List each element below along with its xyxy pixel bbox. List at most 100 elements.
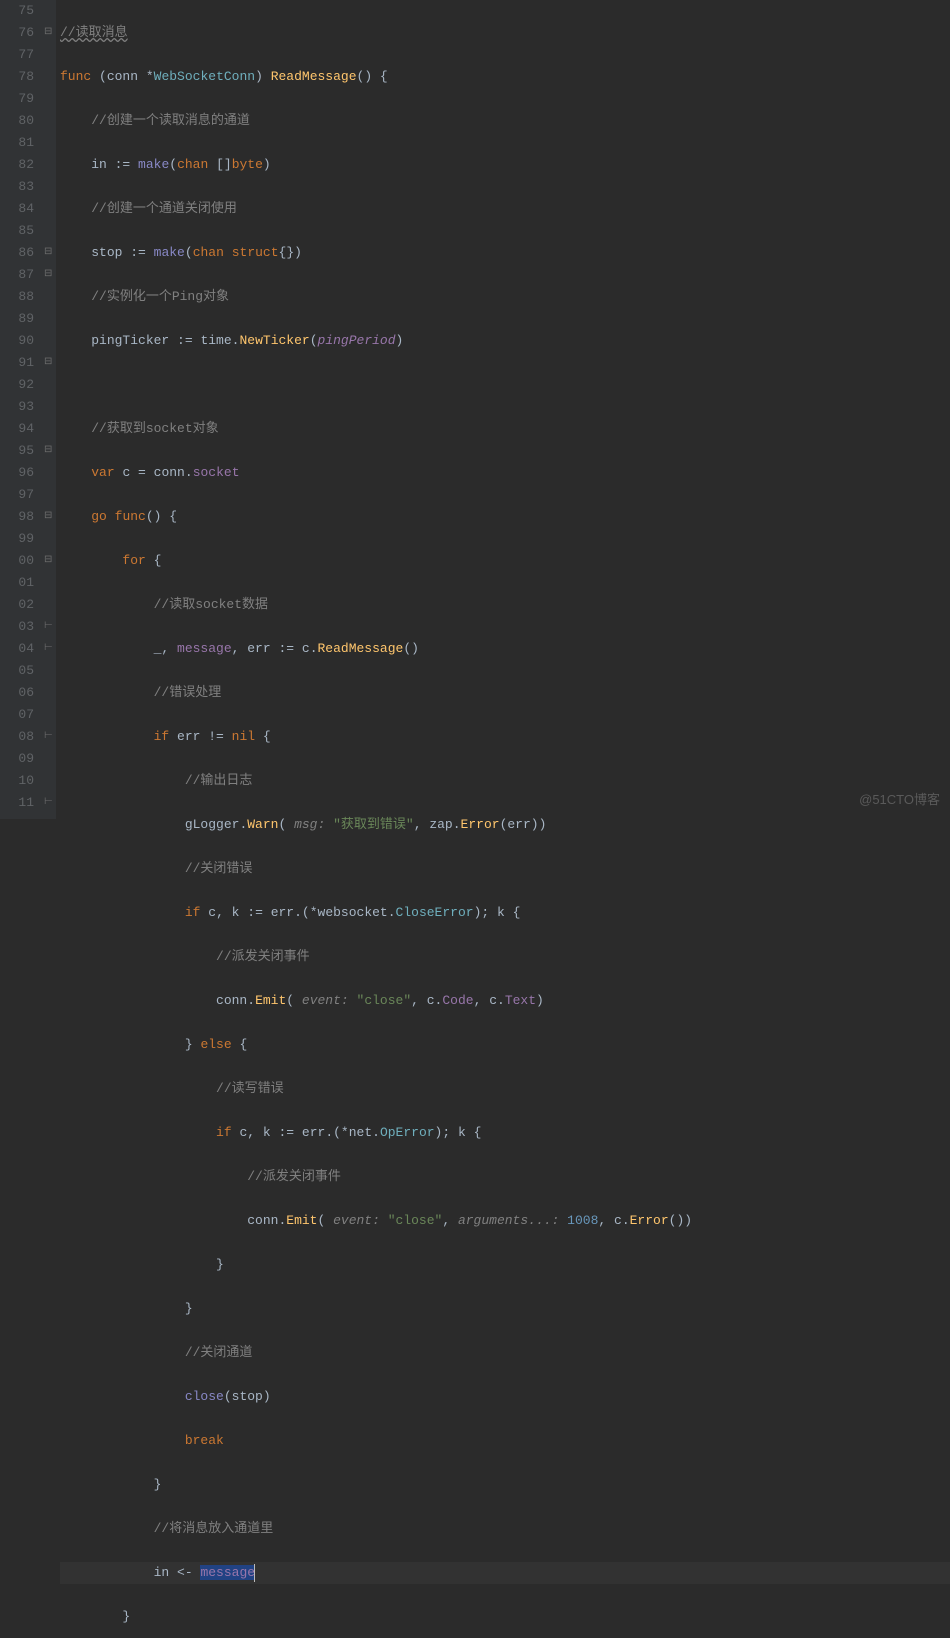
line-number[interactable]: 81 [0,132,34,154]
keyword: if [185,905,201,920]
comment: //将消息放入通道里 [154,1521,274,1536]
fold-icon[interactable]: ⊢ [44,644,53,653]
param-hint: msg: [294,817,325,832]
line-number[interactable]: 10 [0,770,34,792]
fold-icon[interactable]: ⊟ [44,446,53,455]
line-number[interactable]: 04 [0,638,34,660]
line-number[interactable]: 99 [0,528,34,550]
identifier: in [154,1565,170,1580]
function: ReadMessage [318,641,404,656]
comment: //创建一个读取消息的通道 [91,113,250,128]
comment: //错误处理 [154,685,222,700]
line-number[interactable]: 77 [0,44,34,66]
comment: //输出日志 [185,773,253,788]
comment: //读取socket数据 [154,597,268,612]
keyword: struct [232,245,279,260]
identifier: c [208,905,216,920]
code-area[interactable]: //读取消息 func (conn *WebSocketConn) ReadMe… [56,0,950,819]
line-number[interactable]: 93 [0,396,34,418]
line-number[interactable]: 88 [0,286,34,308]
line-number[interactable]: 00 [0,550,34,572]
param-hint: event: [333,1213,380,1228]
comment: //关闭通道 [185,1345,253,1360]
selection: message [200,1565,255,1580]
fold-icon[interactable]: ⊟ [44,358,53,367]
identifier: stop [232,1389,263,1404]
line-number[interactable]: 08 [0,726,34,748]
comment: //读取消息 [60,25,128,40]
fold-icon[interactable]: ⊟ [44,28,53,37]
line-number[interactable]: 79 [0,88,34,110]
type: byte [232,157,263,172]
fold-icon[interactable]: ⊟ [44,556,53,565]
keyword: chan [193,245,224,260]
keyword: if [154,729,170,744]
line-number[interactable]: 84 [0,198,34,220]
fold-column[interactable]: ⊟ ⊟ ⊟ ⊟ ⊟ ⊟ ⊟ ⊢ ⊢ ⊢ ⊢ [42,0,56,819]
comment: //实例化一个Ping对象 [91,289,229,304]
line-number[interactable]: 91 [0,352,34,374]
function-name: ReadMessage [271,69,357,84]
field: socket [193,465,240,480]
line-number-gutter[interactable]: 75 76 77 78 79 80 81 82 83 84 85 86 87 8… [0,0,42,819]
line-number[interactable]: 92 [0,374,34,396]
line-number[interactable]: 87 [0,264,34,286]
identifier: c [614,1213,622,1228]
keyword: if [216,1125,232,1140]
identifier: pingPeriod [318,333,396,348]
line-number[interactable]: 76 [0,22,34,44]
function: Warn [247,817,278,832]
line-number[interactable]: 95 [0,440,34,462]
fold-icon[interactable]: ⊢ [44,732,53,741]
line-number[interactable]: 94 [0,418,34,440]
keyword: func [60,69,91,84]
identifier: in [91,157,107,172]
comment: //读写错误 [216,1081,284,1096]
line-number[interactable]: 89 [0,308,34,330]
keyword: for [122,553,145,568]
line-number[interactable]: 06 [0,682,34,704]
type: OpError [380,1125,435,1140]
line-number[interactable]: 86 [0,242,34,264]
function: Emit [286,1213,317,1228]
identifier: err [507,817,530,832]
comment: //获取到socket对象 [91,421,218,436]
line-number[interactable]: 83 [0,176,34,198]
line-number[interactable]: 01 [0,572,34,594]
fold-icon[interactable]: ⊢ [44,622,53,631]
line-number[interactable]: 09 [0,748,34,770]
line-number[interactable]: 02 [0,594,34,616]
line-number[interactable]: 97 [0,484,34,506]
builtin: make [138,157,169,172]
text-caret [254,1564,255,1582]
fold-icon[interactable]: ⊢ [44,798,53,807]
identifier: c [122,465,130,480]
line-number[interactable]: 07 [0,704,34,726]
line-number[interactable]: 75 [0,0,34,22]
line-number[interactable]: 03 [0,616,34,638]
number: 1008 [567,1213,598,1228]
line-number[interactable]: 78 [0,66,34,88]
fold-icon[interactable]: ⊟ [44,512,53,521]
builtin: make [154,245,185,260]
keyword: break [185,1433,224,1448]
package: time [200,333,231,348]
comment: //关闭错误 [185,861,253,876]
fold-icon[interactable]: ⊟ [44,248,53,257]
line-number[interactable]: 96 [0,462,34,484]
keyword: nil [232,729,255,744]
line-number[interactable]: 82 [0,154,34,176]
comment: //创建一个通道关闭使用 [91,201,237,216]
identifier: err [271,905,294,920]
keyword: chan [177,157,208,172]
line-number[interactable]: 11 [0,792,34,814]
fold-icon[interactable]: ⊟ [44,270,53,279]
line-number[interactable]: 05 [0,660,34,682]
line-number[interactable]: 90 [0,330,34,352]
watermark: @51CTO博客 [859,789,940,811]
line-number[interactable]: 85 [0,220,34,242]
line-number[interactable]: 80 [0,110,34,132]
keyword: var [91,465,114,480]
line-number[interactable]: 98 [0,506,34,528]
identifier: c [302,641,310,656]
